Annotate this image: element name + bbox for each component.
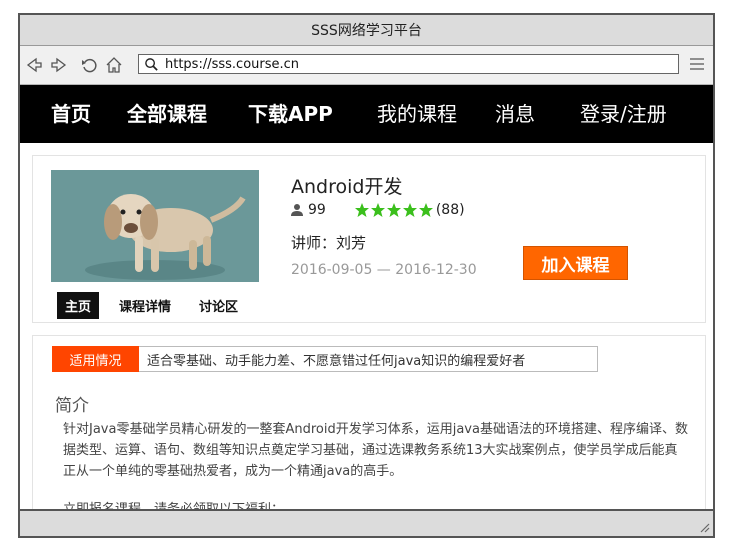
nav-item-download-app[interactable]: 下载APP: [248, 85, 333, 143]
intro-partial-line: 立即报名课程，请务必领取以下福利：: [63, 498, 284, 509]
suitability-tag: 适用情况: [52, 346, 139, 372]
nav-item-home[interactable]: 首页: [51, 85, 91, 143]
rating-stars: [354, 202, 434, 218]
resize-grip-icon[interactable]: [698, 521, 710, 533]
menu-icon[interactable]: [689, 56, 705, 72]
window-title: SSS网络学习平台: [311, 23, 422, 39]
search-icon: [141, 55, 161, 73]
rating-count: (88): [435, 202, 465, 218]
tab-home[interactable]: 主页: [57, 292, 100, 319]
star-icon: [418, 203, 433, 217]
user-icon: [290, 203, 304, 217]
intro-heading: 简介: [55, 396, 89, 416]
home-icon[interactable]: [103, 54, 125, 76]
suitability-row: 适用情况 适合零基础、动手能力差、不愿意错过任何java知识的编程爱好者: [52, 346, 598, 372]
reload-icon[interactable]: [78, 54, 100, 76]
intro-paragraph: 针对Java零基础学员精心研发的一整套Android开发学习体系，运用java基…: [63, 422, 688, 479]
star-icon: [402, 203, 417, 217]
course-tabs: 主页 课程详情 讨论区: [57, 292, 258, 319]
browser-toolbar: https://sss.course.cn: [20, 46, 713, 85]
course-thumbnail: [51, 170, 259, 282]
nav-item-login-register[interactable]: 登录/注册: [580, 85, 667, 143]
page-content: Android开发 99 (88) 讲师：刘芳 2016-09-05 — 201…: [20, 143, 713, 509]
student-count: 99: [308, 202, 326, 218]
browser-window: SSS网络学习平台 https://sss.course.cn 首页 全部课程 …: [18, 13, 715, 538]
window-titlebar: SSS网络学习平台: [20, 15, 713, 46]
address-bar[interactable]: https://sss.course.cn: [138, 54, 679, 74]
site-navbar: 首页 全部课程 下载APP 我的课程 消息 登录/注册: [20, 85, 713, 143]
tab-discussion[interactable]: 讨论区: [191, 292, 246, 319]
course-info-card: 适用情况 适合零基础、动手能力差、不愿意错过任何java知识的编程爱好者 简介 …: [32, 335, 706, 509]
course-title: Android开发: [291, 176, 403, 198]
course-dates: 2016-09-05 — 2016-12-30: [291, 262, 477, 278]
forward-icon[interactable]: [48, 54, 70, 76]
course-stats: 99 (88): [290, 202, 465, 218]
tab-course-details[interactable]: 课程详情: [111, 292, 179, 319]
url-text: https://sss.course.cn: [165, 56, 300, 72]
course-header-card: Android开发 99 (88) 讲师：刘芳 2016-09-05 — 201…: [32, 155, 706, 323]
status-bar: [20, 509, 713, 536]
star-icon: [386, 203, 401, 217]
suitability-text: 适合零基础、动手能力差、不愿意错过任何java知识的编程爱好者: [139, 346, 598, 372]
course-teacher: 讲师：刘芳: [291, 234, 367, 252]
join-course-button[interactable]: 加入课程: [523, 246, 628, 280]
star-icon: [354, 203, 369, 217]
back-icon[interactable]: [23, 54, 45, 76]
nav-item-my-courses[interactable]: 我的课程: [377, 85, 457, 143]
star-icon: [370, 203, 385, 217]
nav-item-all-courses[interactable]: 全部课程: [127, 85, 207, 143]
nav-item-messages[interactable]: 消息: [495, 85, 535, 143]
